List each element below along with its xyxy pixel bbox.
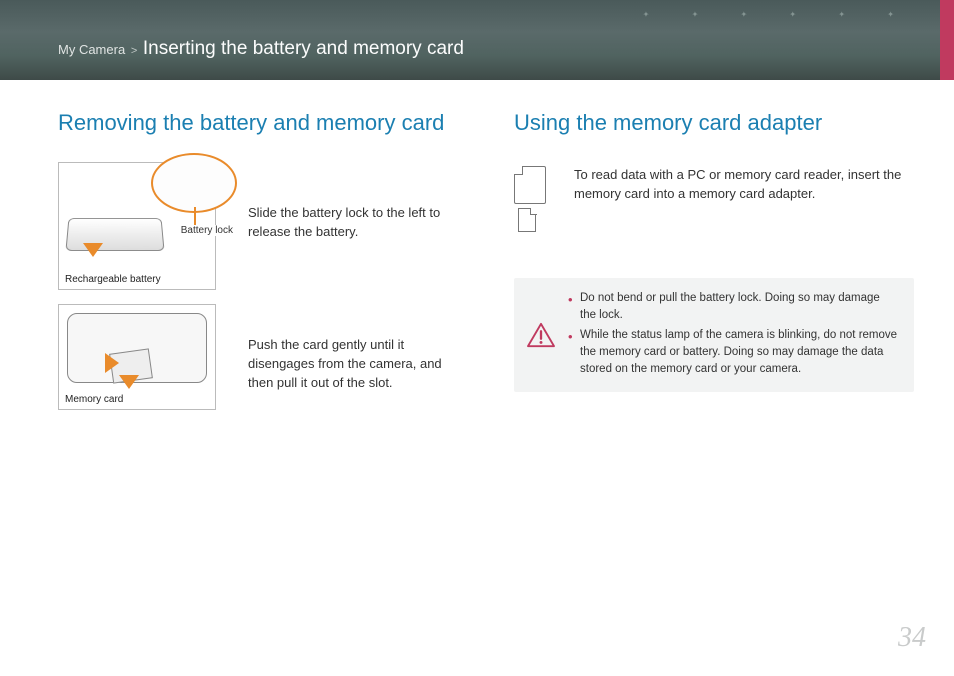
battery-lock-label: Battery lock [181,225,233,236]
breadcrumb-category: My Camera [58,42,125,57]
section-title-adapter: Using the memory card adapter [514,110,914,136]
arrow-down-icon [119,375,139,389]
figure-memory-card: Memory card [58,304,216,410]
figure-caption-card: Memory card [65,394,123,405]
battery-description: Slide the battery lock to the left to re… [248,162,458,242]
breadcrumb-section: Inserting the battery and memory card [143,38,464,59]
page-content: Removing the battery and memory card Bat… [0,80,954,424]
warning-icon [526,322,556,348]
adapter-row: To read data with a PC or memory card re… [514,162,914,232]
figure-adapter [514,162,552,232]
figure-battery: Battery lock Rechargeable battery [58,162,216,290]
warning-list: Do not bend or pull the battery lock. Do… [568,290,898,378]
warning-item: While the status lamp of the camera is b… [568,327,898,379]
section-title-removing: Removing the battery and memory card [58,110,458,136]
left-column: Removing the battery and memory card Bat… [58,110,458,424]
decorative-dots: ✦ ✦ ✦ ✦ ✦ ✦ [643,10,914,19]
memory-card-row: Memory card Push the card gently until i… [58,304,458,410]
arrow-right-icon [105,353,119,373]
battery-row: Battery lock Rechargeable battery Slide … [58,162,458,290]
figure-caption-battery: Rechargeable battery [65,274,161,285]
arrow-down-icon [83,243,103,257]
page-header: ✦ ✦ ✦ ✦ ✦ ✦ My Camera > Inserting the ba… [0,0,954,80]
warning-item: Do not bend or pull the battery lock. Do… [568,290,898,325]
memory-card-description: Push the card gently until it disengages… [248,304,458,393]
battery-illustration [65,218,164,251]
battery-lock-callout [151,153,237,213]
micro-sd-icon [518,208,536,232]
warning-box: Do not bend or pull the battery lock. Do… [514,278,914,392]
adapter-description: To read data with a PC or memory card re… [574,162,914,232]
breadcrumb: My Camera > Inserting the battery and me… [58,38,954,60]
page-number: 34 [898,622,926,654]
chevron-right-icon: > [131,45,137,57]
sd-adapter-icon [514,166,546,204]
right-column: Using the memory card adapter To read da… [514,110,914,424]
